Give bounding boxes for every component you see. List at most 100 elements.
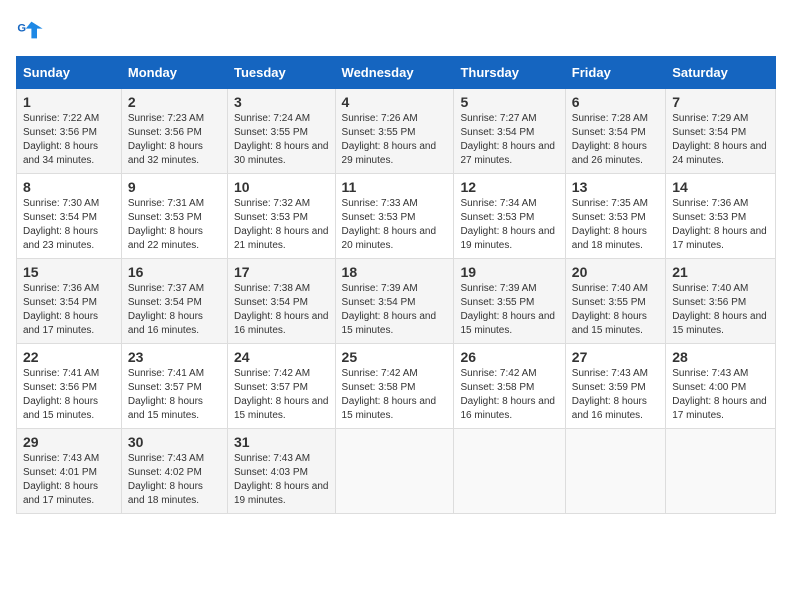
calendar-cell: 21 Sunrise: 7:40 AMSunset: 3:56 PMDaylig… [666,259,776,344]
day-info: Sunrise: 7:27 AMSunset: 3:54 PMDaylight:… [460,113,555,166]
day-number: 10 [234,179,329,195]
logo: G [16,16,46,44]
day-number: 26 [460,349,558,365]
day-number: 29 [23,434,115,450]
calendar-cell: 19 Sunrise: 7:39 AMSunset: 3:55 PMDaylig… [454,259,565,344]
day-number: 6 [572,94,659,110]
svg-text:G: G [17,22,26,34]
day-number: 1 [23,94,115,110]
day-number: 13 [572,179,659,195]
day-info: Sunrise: 7:36 AMSunset: 3:54 PMDaylight:… [23,283,99,336]
calendar-cell [454,429,565,514]
day-number: 21 [672,264,769,280]
header-cell-tuesday: Tuesday [227,57,335,89]
header-cell-sunday: Sunday [17,57,122,89]
day-info: Sunrise: 7:40 AMSunset: 3:56 PMDaylight:… [672,283,767,336]
calendar-cell: 15 Sunrise: 7:36 AMSunset: 3:54 PMDaylig… [17,259,122,344]
day-info: Sunrise: 7:40 AMSunset: 3:55 PMDaylight:… [572,283,648,336]
week-row-5: 29 Sunrise: 7:43 AMSunset: 4:01 PMDaylig… [17,429,776,514]
day-info: Sunrise: 7:30 AMSunset: 3:54 PMDaylight:… [23,198,99,251]
header-cell-friday: Friday [565,57,665,89]
calendar-cell: 8 Sunrise: 7:30 AMSunset: 3:54 PMDayligh… [17,174,122,259]
calendar-cell: 26 Sunrise: 7:42 AMSunset: 3:58 PMDaylig… [454,344,565,429]
calendar-cell: 3 Sunrise: 7:24 AMSunset: 3:55 PMDayligh… [227,89,335,174]
calendar-cell: 12 Sunrise: 7:34 AMSunset: 3:53 PMDaylig… [454,174,565,259]
header-cell-wednesday: Wednesday [335,57,454,89]
calendar-header: SundayMondayTuesdayWednesdayThursdayFrid… [17,57,776,89]
day-number: 25 [342,349,448,365]
day-number: 17 [234,264,329,280]
calendar-cell: 29 Sunrise: 7:43 AMSunset: 4:01 PMDaylig… [17,429,122,514]
header-cell-thursday: Thursday [454,57,565,89]
calendar-cell: 9 Sunrise: 7:31 AMSunset: 3:53 PMDayligh… [121,174,227,259]
day-number: 23 [128,349,221,365]
calendar-cell [666,429,776,514]
day-number: 18 [342,264,448,280]
day-number: 3 [234,94,329,110]
calendar-cell: 7 Sunrise: 7:29 AMSunset: 3:54 PMDayligh… [666,89,776,174]
calendar-cell: 28 Sunrise: 7:43 AMSunset: 4:00 PMDaylig… [666,344,776,429]
calendar-cell: 25 Sunrise: 7:42 AMSunset: 3:58 PMDaylig… [335,344,454,429]
day-number: 15 [23,264,115,280]
day-info: Sunrise: 7:32 AMSunset: 3:53 PMDaylight:… [234,198,329,251]
week-row-3: 15 Sunrise: 7:36 AMSunset: 3:54 PMDaylig… [17,259,776,344]
day-number: 12 [460,179,558,195]
day-info: Sunrise: 7:39 AMSunset: 3:55 PMDaylight:… [460,283,555,336]
calendar-cell: 31 Sunrise: 7:43 AMSunset: 4:03 PMDaylig… [227,429,335,514]
day-info: Sunrise: 7:43 AMSunset: 4:02 PMDaylight:… [128,453,204,506]
day-number: 30 [128,434,221,450]
day-info: Sunrise: 7:22 AMSunset: 3:56 PMDaylight:… [23,113,99,166]
calendar-cell: 27 Sunrise: 7:43 AMSunset: 3:59 PMDaylig… [565,344,665,429]
day-number: 22 [23,349,115,365]
calendar-cell: 13 Sunrise: 7:35 AMSunset: 3:53 PMDaylig… [565,174,665,259]
week-row-4: 22 Sunrise: 7:41 AMSunset: 3:56 PMDaylig… [17,344,776,429]
logo-icon: G [16,16,44,44]
day-info: Sunrise: 7:24 AMSunset: 3:55 PMDaylight:… [234,113,329,166]
calendar-cell: 20 Sunrise: 7:40 AMSunset: 3:55 PMDaylig… [565,259,665,344]
day-info: Sunrise: 7:43 AMSunset: 3:59 PMDaylight:… [572,368,648,421]
day-number: 4 [342,94,448,110]
page-header: G [16,16,776,44]
week-row-1: 1 Sunrise: 7:22 AMSunset: 3:56 PMDayligh… [17,89,776,174]
header-cell-saturday: Saturday [666,57,776,89]
day-info: Sunrise: 7:26 AMSunset: 3:55 PMDaylight:… [342,113,437,166]
calendar-cell: 22 Sunrise: 7:41 AMSunset: 3:56 PMDaylig… [17,344,122,429]
calendar-cell: 6 Sunrise: 7:28 AMSunset: 3:54 PMDayligh… [565,89,665,174]
day-info: Sunrise: 7:43 AMSunset: 4:00 PMDaylight:… [672,368,767,421]
day-info: Sunrise: 7:43 AMSunset: 4:01 PMDaylight:… [23,453,99,506]
calendar-table: SundayMondayTuesdayWednesdayThursdayFrid… [16,56,776,514]
calendar-cell: 24 Sunrise: 7:42 AMSunset: 3:57 PMDaylig… [227,344,335,429]
calendar-cell: 11 Sunrise: 7:33 AMSunset: 3:53 PMDaylig… [335,174,454,259]
day-number: 9 [128,179,221,195]
day-number: 20 [572,264,659,280]
day-info: Sunrise: 7:33 AMSunset: 3:53 PMDaylight:… [342,198,437,251]
day-number: 27 [572,349,659,365]
day-info: Sunrise: 7:34 AMSunset: 3:53 PMDaylight:… [460,198,555,251]
day-info: Sunrise: 7:42 AMSunset: 3:58 PMDaylight:… [460,368,555,421]
day-number: 19 [460,264,558,280]
day-info: Sunrise: 7:38 AMSunset: 3:54 PMDaylight:… [234,283,329,336]
calendar-cell: 2 Sunrise: 7:23 AMSunset: 3:56 PMDayligh… [121,89,227,174]
day-number: 28 [672,349,769,365]
day-info: Sunrise: 7:43 AMSunset: 4:03 PMDaylight:… [234,453,329,506]
day-number: 31 [234,434,329,450]
day-info: Sunrise: 7:36 AMSunset: 3:53 PMDaylight:… [672,198,767,251]
calendar-body: 1 Sunrise: 7:22 AMSunset: 3:56 PMDayligh… [17,89,776,514]
day-number: 8 [23,179,115,195]
day-number: 11 [342,179,448,195]
calendar-cell: 30 Sunrise: 7:43 AMSunset: 4:02 PMDaylig… [121,429,227,514]
day-number: 2 [128,94,221,110]
day-info: Sunrise: 7:29 AMSunset: 3:54 PMDaylight:… [672,113,767,166]
day-info: Sunrise: 7:35 AMSunset: 3:53 PMDaylight:… [572,198,648,251]
week-row-2: 8 Sunrise: 7:30 AMSunset: 3:54 PMDayligh… [17,174,776,259]
day-number: 16 [128,264,221,280]
day-number: 14 [672,179,769,195]
calendar-cell: 5 Sunrise: 7:27 AMSunset: 3:54 PMDayligh… [454,89,565,174]
calendar-cell: 4 Sunrise: 7:26 AMSunset: 3:55 PMDayligh… [335,89,454,174]
day-info: Sunrise: 7:39 AMSunset: 3:54 PMDaylight:… [342,283,437,336]
calendar-cell: 10 Sunrise: 7:32 AMSunset: 3:53 PMDaylig… [227,174,335,259]
day-number: 24 [234,349,329,365]
calendar-cell [565,429,665,514]
header-row: SundayMondayTuesdayWednesdayThursdayFrid… [17,57,776,89]
calendar-cell: 16 Sunrise: 7:37 AMSunset: 3:54 PMDaylig… [121,259,227,344]
